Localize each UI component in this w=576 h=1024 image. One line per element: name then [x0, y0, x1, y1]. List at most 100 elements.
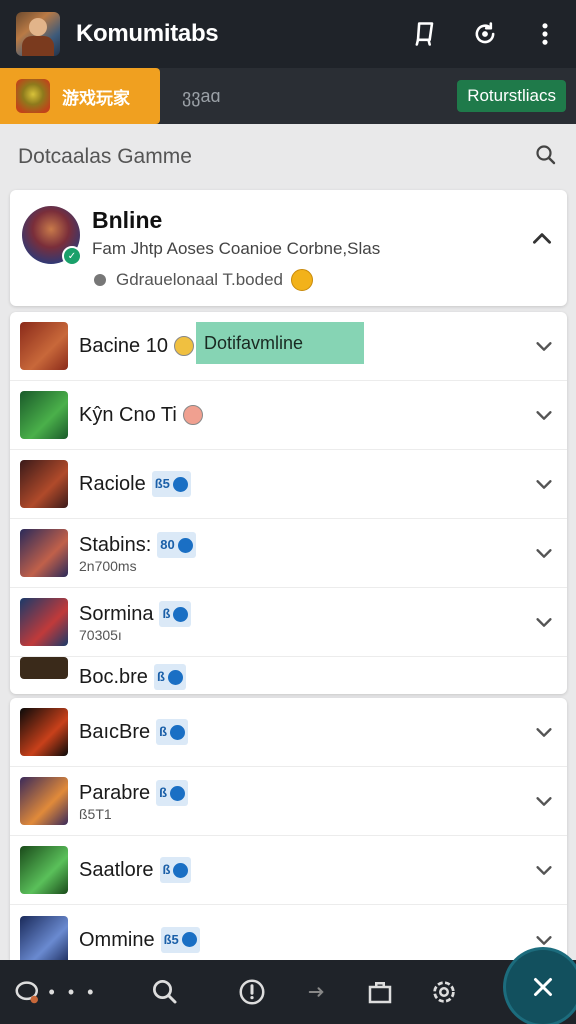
status-dot-icon	[94, 274, 106, 286]
status-badge: ß	[159, 857, 192, 883]
status-badge-text: ß	[162, 606, 171, 621]
list-item-title-text: Stabins:	[79, 534, 152, 556]
list-item-subtitle: 70305ı	[79, 627, 122, 643]
app-avatar[interactable]	[16, 12, 60, 56]
online-dot-icon	[167, 669, 183, 685]
game-list-b: BaıcBre ß Parabre ß ß5T1 Saatlore ß Ommine ß5	[10, 698, 567, 960]
chevron-down-icon[interactable]	[533, 404, 555, 426]
online-dot-icon	[173, 606, 189, 622]
online-dot-icon	[177, 537, 193, 553]
app-header: Komumitabs	[0, 0, 576, 68]
list-item-title-text: Saatlore	[79, 859, 154, 881]
list-item-subtitle: ß5T1	[79, 806, 112, 822]
status-badge: ß	[156, 780, 189, 806]
online-dot-icon	[170, 785, 186, 801]
chevron-down-icon[interactable]	[533, 929, 555, 951]
emoji-icon	[291, 269, 313, 291]
settings-icon	[433, 981, 455, 1003]
status-badge: ß5	[151, 471, 191, 497]
chevron-down-icon[interactable]	[533, 611, 555, 633]
emoji-icon	[173, 336, 194, 356]
list-item[interactable]: BaıcBre ß	[10, 698, 567, 767]
arrow-icon	[308, 987, 324, 997]
section-title: Dotcaalas Gamme	[18, 145, 192, 168]
game-thumbnail	[20, 598, 68, 646]
game-thumbnail	[20, 915, 68, 960]
list-item[interactable]: Ommine ß5	[10, 905, 567, 960]
status-badge: ß	[159, 601, 192, 627]
chevron-down-icon[interactable]	[533, 790, 555, 812]
list-item-title: Ommine ß5	[79, 926, 533, 953]
status-badge: ß	[153, 664, 186, 690]
chevron-down-icon[interactable]	[533, 473, 555, 495]
tab-bar: 游戏玩家 ვვaɑ Roturstliacs	[0, 68, 576, 124]
list-item-title: Saatlore ß	[79, 857, 533, 883]
list-item[interactable]: Raciole ß5	[10, 450, 567, 519]
header-actions	[408, 17, 562, 51]
nav-chat[interactable]: • • •	[0, 960, 110, 1024]
list-item-title-text: Sormina	[79, 603, 154, 625]
bottom-nav: • • •	[0, 960, 576, 1024]
chevron-down-icon[interactable]	[533, 859, 555, 881]
more-vertical-icon[interactable]	[528, 17, 562, 51]
folder-icon	[368, 982, 392, 1004]
chevron-up-icon[interactable]	[529, 226, 555, 252]
list-item[interactable]: Kŷn Cno Ti	[10, 381, 567, 450]
status-badge-text: 80	[160, 537, 175, 552]
online-dot-icon	[173, 862, 189, 878]
search-icon[interactable]	[534, 143, 558, 172]
featured-title: Bnline	[92, 207, 163, 233]
list-item-title-text: Ommine	[79, 928, 155, 951]
tab-pill-button[interactable]: Roturstliacs	[457, 80, 566, 112]
tab-games[interactable]: 游戏玩家	[0, 68, 160, 124]
game-thumbnail	[20, 322, 68, 370]
chevron-down-icon[interactable]	[533, 542, 555, 564]
game-thumbnail	[20, 657, 68, 679]
alert-icon	[239, 979, 265, 1005]
status-badge: 80	[157, 532, 196, 558]
list-item[interactable]: Boc.bre ß	[10, 657, 567, 694]
game-thumbnail	[20, 846, 68, 894]
list-item[interactable]: Stabins: 80 2n700ms	[10, 519, 567, 588]
list-item-title-text: Parabre	[79, 782, 151, 804]
close-icon	[534, 978, 552, 996]
chevron-down-icon[interactable]	[533, 721, 555, 743]
device-icon[interactable]	[408, 17, 442, 51]
list-item-title: Kŷn Cno Ti	[79, 403, 533, 427]
list-item-title: Raciole ß5	[79, 471, 533, 497]
list-item-title-text: Kŷn Cno Ti	[79, 404, 177, 426]
status-badge-text: ß	[159, 724, 168, 739]
tab-games-label: 游戏玩家	[62, 88, 130, 108]
game-thumbnail	[20, 460, 68, 508]
section-header: Dotcaalas Gamme	[0, 124, 576, 190]
list-item[interactable]: Sormina ß 70305ı	[10, 588, 567, 657]
featured-status: Gdrauelonaal T.boded	[92, 269, 555, 291]
featured-status-text: Gdrauelonaal T.boded	[116, 270, 283, 289]
list-item-title-text: Raciole	[79, 473, 146, 495]
list-item[interactable]: Saatlore ß	[10, 836, 567, 905]
highlight-chip[interactable]: Dotifavmline	[196, 322, 364, 364]
nav-alert[interactable]	[220, 960, 284, 1024]
list-item[interactable]: Parabre ß ß5T1	[10, 767, 567, 836]
nav-settings[interactable]	[412, 960, 476, 1024]
list-item-subtitle: 2n700ms	[79, 558, 137, 574]
chevron-down-icon[interactable]	[533, 335, 555, 357]
check-icon: ✓	[62, 246, 82, 266]
game-thumbnail	[20, 391, 68, 439]
online-dot-icon	[172, 476, 188, 492]
featured-card[interactable]: ✓ Bnline Fam Jhtp Aoses Coanioe Corbne,S…	[10, 190, 567, 306]
refresh-icon[interactable]	[468, 17, 502, 51]
nav-dots: • • •	[48, 981, 98, 1002]
tab-secondary[interactable]: ვვaɑ	[182, 86, 457, 107]
list-item-title: Stabins: 80	[79, 532, 533, 558]
nav-search[interactable]	[110, 960, 220, 1024]
list-item-title-text: Boc.bre	[79, 666, 148, 688]
list-item-title: Boc.bre ß	[79, 664, 557, 690]
search-icon	[153, 980, 177, 1004]
list-item[interactable]: Bacine 10 Dotifavmline	[10, 312, 567, 381]
list-item-title: BaıcBre ß	[79, 719, 533, 745]
nav-arrow[interactable]	[284, 960, 348, 1024]
nav-folder[interactable]	[348, 960, 412, 1024]
close-fab-button[interactable]	[506, 950, 576, 1024]
list-item-title: Parabre ß	[79, 780, 533, 806]
